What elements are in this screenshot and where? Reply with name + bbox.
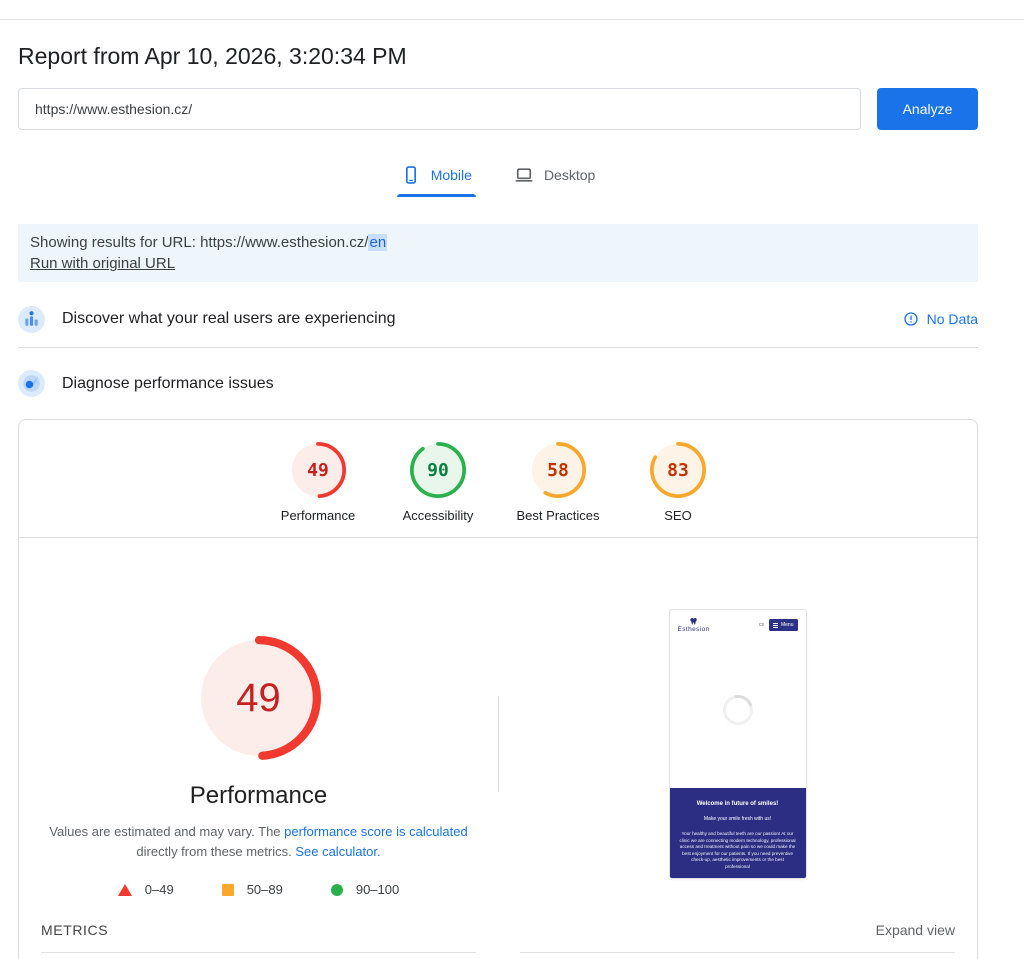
lab-data-title: Diagnose performance issues: [62, 375, 274, 393]
field-data-title: Discover what your real users are experi…: [62, 310, 395, 328]
no-data-label: No Data: [927, 311, 978, 327]
report-title: Report from Apr 10, 2026, 3:20:34 PM: [18, 41, 978, 71]
fail-triangle-icon: [118, 884, 132, 896]
accessibility-gauge: 90: [410, 442, 466, 498]
mobile-phone-icon: [401, 165, 421, 185]
score-label-seo: SEO: [664, 508, 691, 523]
redirect-highlight: en: [368, 234, 387, 251]
lighthouse-report-card: 49 Performance 90 Accessibility 58 Best …: [18, 419, 978, 959]
redirect-banner: Showing results for URL: https://www.est…: [18, 224, 978, 282]
score-seo[interactable]: 83 SEO: [618, 442, 738, 523]
top-header-edge: [0, 0, 1024, 20]
performance-detail-row: 49 Performance Values are estimated and …: [19, 538, 977, 898]
category-scores-row: 49 Performance 90 Accessibility 58 Best …: [19, 420, 977, 538]
score-legend: 0–49 50–89 90–100: [118, 882, 399, 897]
hamburger-icon: [773, 625, 778, 626]
tab-mobile-label: Mobile: [431, 167, 472, 183]
metrics-header: METRICS Expand view: [19, 898, 977, 938]
desktop-laptop-icon: [514, 165, 534, 185]
active-tab-underline: [397, 194, 476, 197]
diagnose-compass-icon: [18, 370, 45, 397]
best-practices-gauge: 58: [530, 442, 586, 498]
url-bar: Analyze: [18, 88, 978, 130]
metrics-columns: [19, 952, 977, 956]
field-data-section-header: Discover what your real users are experi…: [18, 297, 978, 341]
see-calculator-link[interactable]: See calculator.: [295, 844, 380, 859]
performance-gauge: 49: [290, 442, 346, 498]
legend-fail-range: 0–49: [145, 882, 174, 897]
screenshot-hero-body: Your healthy and beautiful teeth are our…: [679, 831, 797, 871]
screenshot-menu-label: Menu: [781, 622, 794, 628]
screenshot-loading-spinner: [717, 690, 758, 731]
url-input[interactable]: [18, 88, 861, 130]
legend-fail: 0–49: [118, 882, 174, 897]
performance-section-title: Performance: [190, 782, 327, 810]
main-content: Report from Apr 10, 2026, 3:20:34 PM Ana…: [18, 41, 978, 959]
real-users-chart-icon: [18, 306, 45, 333]
screenshot-lang-switch: cs: [759, 622, 764, 628]
lab-data-section-header: Diagnose performance issues: [18, 348, 978, 419]
legend-pass: 90–100: [331, 882, 399, 897]
analyze-button[interactable]: Analyze: [877, 88, 978, 130]
tooth-logo-icon: [689, 617, 698, 626]
screenshot-header-right: cs Menu: [759, 619, 798, 631]
seo-gauge: 83: [650, 442, 706, 498]
score-performance[interactable]: 49 Performance: [258, 442, 378, 523]
score-accessibility[interactable]: 90 Accessibility: [378, 442, 498, 523]
run-original-url-link[interactable]: Run with original URL: [30, 253, 175, 274]
page-screenshot-thumbnail: Esthesion cs Menu Welcome in future of: [669, 609, 807, 879]
legend-average: 50–89: [222, 882, 283, 897]
device-tabs: Mobile Desktop: [18, 159, 978, 197]
average-square-icon: [222, 884, 234, 896]
expand-view-toggle[interactable]: Expand view: [876, 922, 955, 938]
score-label-performance: Performance: [281, 508, 355, 523]
legend-pass-range: 90–100: [356, 882, 399, 897]
screenshot-menu-button: Menu: [769, 619, 798, 631]
score-best-practices[interactable]: 58 Best Practices: [498, 442, 618, 523]
screenshot-hero-section: Welcome in future of smiles! Make your s…: [670, 788, 806, 878]
legend-average-range: 50–89: [247, 882, 283, 897]
screenshot-site-header: Esthesion cs Menu: [670, 610, 806, 637]
info-icon: [903, 311, 919, 327]
performance-summary-column: 49 Performance Values are estimated and …: [19, 538, 498, 898]
tab-desktop[interactable]: Desktop: [510, 159, 599, 197]
tab-mobile[interactable]: Mobile: [397, 159, 476, 197]
metrics-column-left: [41, 952, 476, 956]
screenshot-hero-subtitle: Make your smile fresh with us!: [679, 816, 797, 822]
metrics-heading: METRICS: [41, 922, 108, 938]
screenshot-brand: Esthesion: [678, 617, 710, 633]
score-calc-link[interactable]: performance score is calculated: [284, 824, 468, 839]
pass-circle-icon: [331, 884, 343, 896]
redirect-banner-text: Showing results for URL: https://www.est…: [30, 232, 966, 253]
screenshot-column: Esthesion cs Menu Welcome in future of: [498, 538, 977, 898]
performance-big-gauge: 49: [197, 636, 321, 760]
column-divider: [498, 696, 499, 792]
screenshot-brand-name: Esthesion: [678, 626, 710, 633]
tab-desktop-label: Desktop: [544, 167, 595, 183]
metrics-column-right: [520, 952, 955, 956]
score-label-accessibility: Accessibility: [403, 508, 474, 523]
screenshot-hero-title: Welcome in future of smiles!: [679, 801, 797, 807]
performance-disclaimer: Values are estimated and may vary. The p…: [47, 822, 471, 862]
score-label-best-practices: Best Practices: [516, 508, 599, 523]
no-data-status[interactable]: No Data: [903, 311, 978, 327]
